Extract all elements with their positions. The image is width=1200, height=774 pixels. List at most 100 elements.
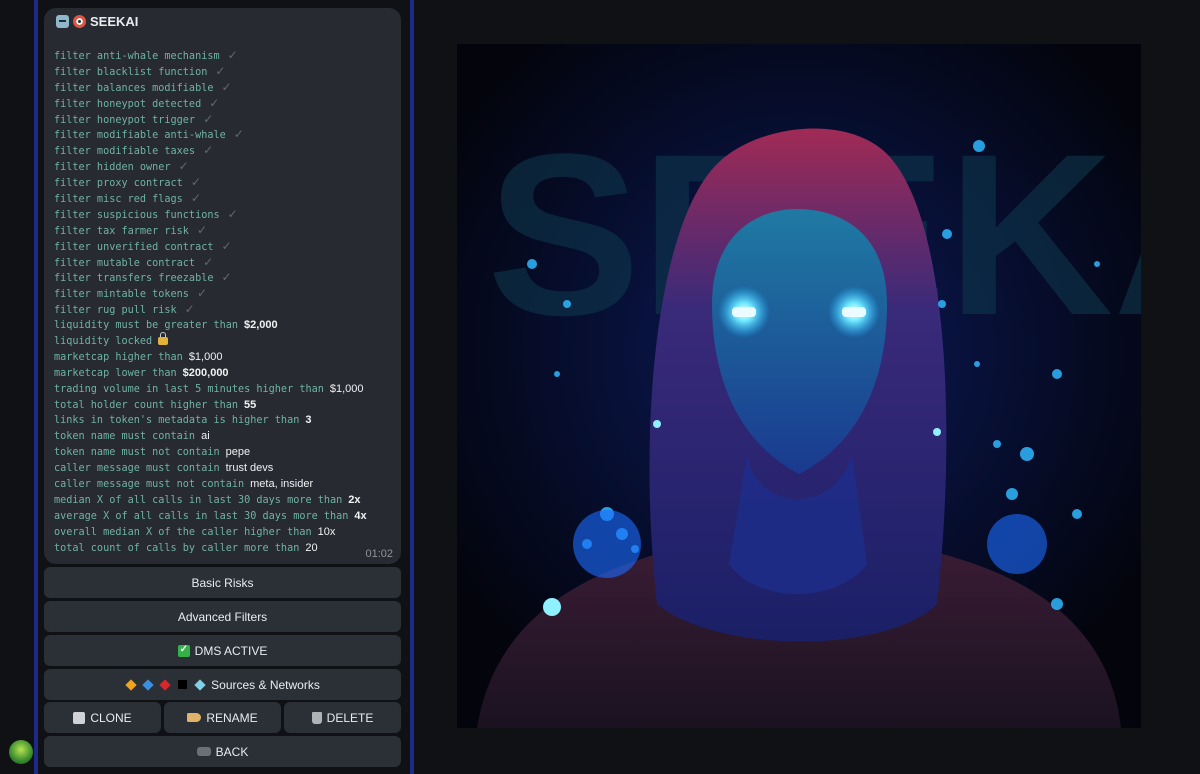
filter-line-text: filter tax farmer risk bbox=[54, 225, 189, 237]
sources-networks-button[interactable]: Sources & Networks bbox=[44, 669, 401, 700]
back-arrow-icon bbox=[196, 747, 211, 756]
filter-line-text: total count of calls by caller more than bbox=[54, 542, 300, 554]
label-tag-icon bbox=[187, 713, 202, 722]
artwork-svg: SEEKAI bbox=[457, 44, 1141, 728]
check-mark-icon: ✓ bbox=[203, 254, 214, 269]
document-icon bbox=[73, 711, 86, 724]
delete-label: DELETE bbox=[326, 710, 374, 725]
filter-line-value: $200,000 bbox=[182, 366, 229, 379]
advanced-filters-button[interactable]: Advanced Filters bbox=[44, 601, 401, 632]
filter-line: total count of calls by caller more than… bbox=[54, 541, 394, 557]
filter-line-text: filter blacklist function bbox=[54, 66, 208, 78]
filter-line-text: filter anti-whale mechanism bbox=[54, 51, 220, 62]
filter-line: filter hidden owner ✓ bbox=[54, 159, 394, 175]
filter-line: marketcap lower than $200,000 bbox=[54, 366, 394, 382]
filter-line-text: filter hidden owner bbox=[54, 162, 171, 174]
filter-line-text: token name must contain bbox=[54, 431, 196, 443]
filter-line-text: filter modifiable taxes bbox=[54, 146, 196, 158]
filter-line-text: links in token's metadata is higher than bbox=[54, 415, 300, 427]
delete-button[interactable]: DELETE bbox=[284, 702, 401, 733]
filter-line-value: ai bbox=[201, 430, 210, 443]
basic-risks-label: Basic Risks bbox=[191, 575, 254, 590]
check-mark-icon: ✓ bbox=[196, 222, 207, 237]
filter-line: filter tax farmer risk ✓ bbox=[54, 223, 394, 239]
filter-line-value: $1,000 bbox=[188, 350, 223, 363]
dms-active-label: DMS ACTIVE bbox=[194, 643, 268, 658]
filter-line-text: filter unverified contract bbox=[54, 241, 214, 253]
filter-line: filter balances modifiable ✓ bbox=[54, 80, 394, 96]
filter-line-text: filter modifiable anti-whale bbox=[54, 130, 226, 142]
back-label: BACK bbox=[215, 744, 249, 759]
check-mark-icon: ✓ bbox=[227, 206, 238, 221]
check-mark-icon: ✓ bbox=[178, 159, 189, 174]
clone-label: CLONE bbox=[90, 710, 132, 725]
filter-line-text: filter misc red flags bbox=[54, 194, 183, 206]
filter-line-value: pepe bbox=[225, 446, 251, 459]
filter-line-text: filter mutable contract bbox=[54, 257, 196, 269]
check-mark-icon: ✓ bbox=[227, 48, 238, 62]
filter-line: filter suspicious functions ✓ bbox=[54, 207, 394, 223]
bot-name[interactable]: SEEKAI bbox=[90, 14, 138, 29]
check-mark-icon: ✓ bbox=[203, 143, 214, 158]
rename-label: RENAME bbox=[206, 710, 258, 725]
filter-line: liquidity must be greater than $2,000 bbox=[54, 318, 394, 334]
filter-line-text: filter mintable tokens bbox=[54, 289, 189, 301]
check-mark-icon: ✓ bbox=[221, 270, 232, 285]
check-mark-icon: ✓ bbox=[203, 111, 214, 126]
filter-line-text: filter balances modifiable bbox=[54, 82, 214, 94]
filter-line-text: filter honeypot detected bbox=[54, 98, 202, 110]
filter-line-value: $1,000 bbox=[329, 382, 364, 395]
orange-diamond-icon bbox=[125, 678, 137, 691]
filter-line-value: meta, insider bbox=[250, 478, 314, 491]
blue-diamond-icon bbox=[142, 678, 154, 691]
hooded-figure-artwork[interactable]: SEEKAI bbox=[457, 44, 1141, 728]
bot-avatar[interactable] bbox=[9, 740, 33, 764]
filter-line-value: 10x bbox=[317, 525, 336, 538]
filter-line-text: marketcap higher than bbox=[54, 351, 183, 363]
filter-line: overall median X of the caller higher th… bbox=[54, 525, 394, 541]
filter-line-text: marketcap lower than bbox=[54, 367, 177, 379]
filter-line: filter rug pull risk ✓ bbox=[54, 302, 394, 318]
red-diamond-icon bbox=[159, 678, 171, 691]
back-button[interactable]: BACK bbox=[44, 736, 401, 767]
filter-line: filter modifiable taxes ✓ bbox=[54, 143, 394, 159]
filter-line: filter anti-whale mechanism ✓ bbox=[54, 48, 394, 64]
check-mark-icon: ✓ bbox=[190, 175, 201, 190]
filter-line: filter mintable tokens ✓ bbox=[54, 286, 394, 302]
filter-line: average X of all calls in last 30 days m… bbox=[54, 509, 394, 525]
filter-line-text: average X of all calls in last 30 days m… bbox=[54, 510, 349, 522]
filter-line-text: liquidity must be greater than bbox=[54, 320, 239, 332]
bot-message: SEEKAI filter anti-whale mechanism ✓ filte… bbox=[44, 8, 401, 564]
robot-icon bbox=[56, 15, 69, 28]
filter-line: marketcap higher than $1,000 bbox=[54, 350, 394, 366]
bot-header: SEEKAI bbox=[56, 14, 138, 29]
check-mark-icon: ✓ bbox=[215, 63, 226, 78]
filter-line: total holder count higher than 55 bbox=[54, 398, 394, 414]
filter-line-value: 55 bbox=[244, 398, 257, 411]
rename-button[interactable]: RENAME bbox=[164, 702, 281, 733]
clone-button[interactable]: CLONE bbox=[44, 702, 161, 733]
filter-line-text: overall median X of the caller higher th… bbox=[54, 526, 312, 538]
filter-line: filter mutable contract ✓ bbox=[54, 255, 394, 271]
check-mark-icon: ✓ bbox=[209, 95, 220, 110]
filter-line-text: token name must not contain bbox=[54, 447, 220, 459]
filter-line-value: 20 bbox=[305, 541, 318, 554]
filter-line-text: caller message must not contain bbox=[54, 479, 245, 491]
filter-line: filter honeypot detected ✓ bbox=[54, 96, 394, 112]
filter-line: median X of all calls in last 30 days mo… bbox=[54, 493, 394, 509]
filter-line: filter modifiable anti-whale ✓ bbox=[54, 127, 394, 143]
filter-line: token name must not contain pepe bbox=[54, 445, 394, 461]
lock-icon bbox=[158, 332, 169, 346]
dms-active-button[interactable]: DMS ACTIVE bbox=[44, 635, 401, 666]
filter-line: filter transfers freezable ✓ bbox=[54, 270, 394, 286]
filter-line-text: total holder count higher than bbox=[54, 399, 239, 411]
basic-risks-button[interactable]: Basic Risks bbox=[44, 567, 401, 598]
filter-line-text: filter rug pull risk bbox=[54, 305, 177, 317]
sources-networks-label: Sources & Networks bbox=[211, 677, 320, 692]
filter-line: caller message must not contain meta, ins… bbox=[54, 477, 394, 493]
filter-line-value: trust devs bbox=[225, 462, 274, 475]
black-square-icon bbox=[178, 680, 188, 689]
filter-line-text: trading volume in last 5 minutes higher … bbox=[54, 383, 324, 395]
lifebuoy-icon bbox=[73, 15, 86, 28]
check-mark-icon: ✓ bbox=[190, 191, 201, 206]
